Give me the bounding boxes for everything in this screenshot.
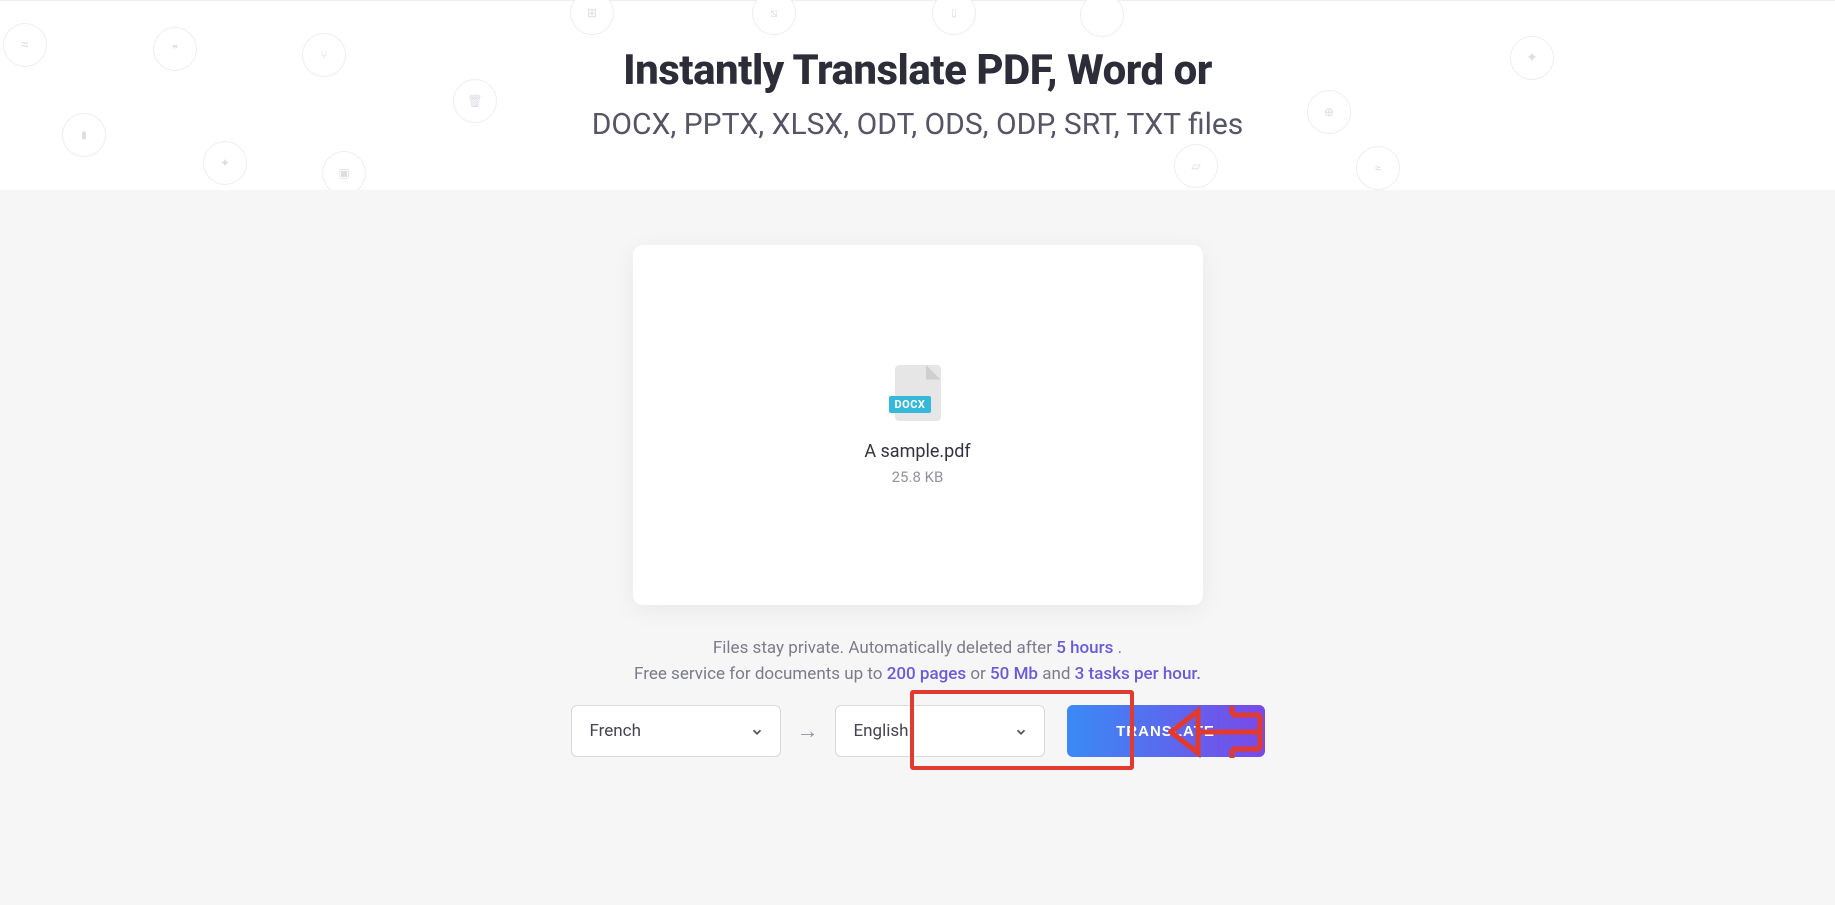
retention-link[interactable]: 5 hours [1056,638,1113,658]
target-language-value: English [854,721,909,741]
source-language-value: French [590,721,641,741]
size-limit-link[interactable]: 50 Mb [990,664,1038,684]
main-area: DOCX A sample.pdf 25.8 KB Files stay pri… [0,190,1835,905]
plus-box-icon: ⊕ [1307,90,1351,134]
document-icon: DOCX [895,365,941,421]
file-size: 25.8 KB [892,468,944,486]
plus-note-icon: ▣ [322,151,366,195]
privacy-note: Files stay private. Automatically delete… [468,638,1368,658]
limits-note: Free service for documents up to 200 pag… [468,664,1368,684]
direction-arrow-icon: → [781,718,835,744]
file-name: A sample.pdf [864,441,970,462]
tasks-limit-link[interactable]: 3 tasks per hour. [1075,664,1201,684]
tag-icon: ▮ [62,113,106,157]
approx-icon: ≈ [3,23,47,67]
tag2-icon: ▱ [1174,144,1218,188]
page-title: Instantly Translate PDF, Word or [0,1,1835,95]
chevron-down-icon [750,724,764,738]
file-type-badge: DOCX [889,396,932,413]
source-language-select[interactable]: French [571,705,781,757]
approx2-icon: ≈ [1356,146,1400,190]
quote-icon: ❞ [153,27,197,71]
controls-row: French → English TRANSLATE [571,705,1265,757]
page-subtitle: DOCX, PPTX, XLSX, ODT, ODS, ODP, SRT, TX… [0,107,1835,142]
pages-limit-link[interactable]: 200 pages [887,664,966,684]
hero-header: ≈ ❞ ⑂ ⊞ ⧅ ▯ 🗑 ▮ ✦ ▣ ▱ ⊕ ≈ ✦ Instantly Tr… [0,0,1835,190]
trash-icon: 🗑 [453,79,497,123]
puzzle2-icon: ✦ [1510,36,1554,80]
target-language-select[interactable]: English [835,705,1045,757]
upload-card[interactable]: DOCX A sample.pdf 25.8 KB [633,245,1203,605]
translate-button[interactable]: TRANSLATE [1067,705,1265,757]
chevron-down-icon [1014,724,1028,738]
fork-icon: ⑂ [302,33,346,77]
puzzle-icon: ✦ [203,141,247,185]
